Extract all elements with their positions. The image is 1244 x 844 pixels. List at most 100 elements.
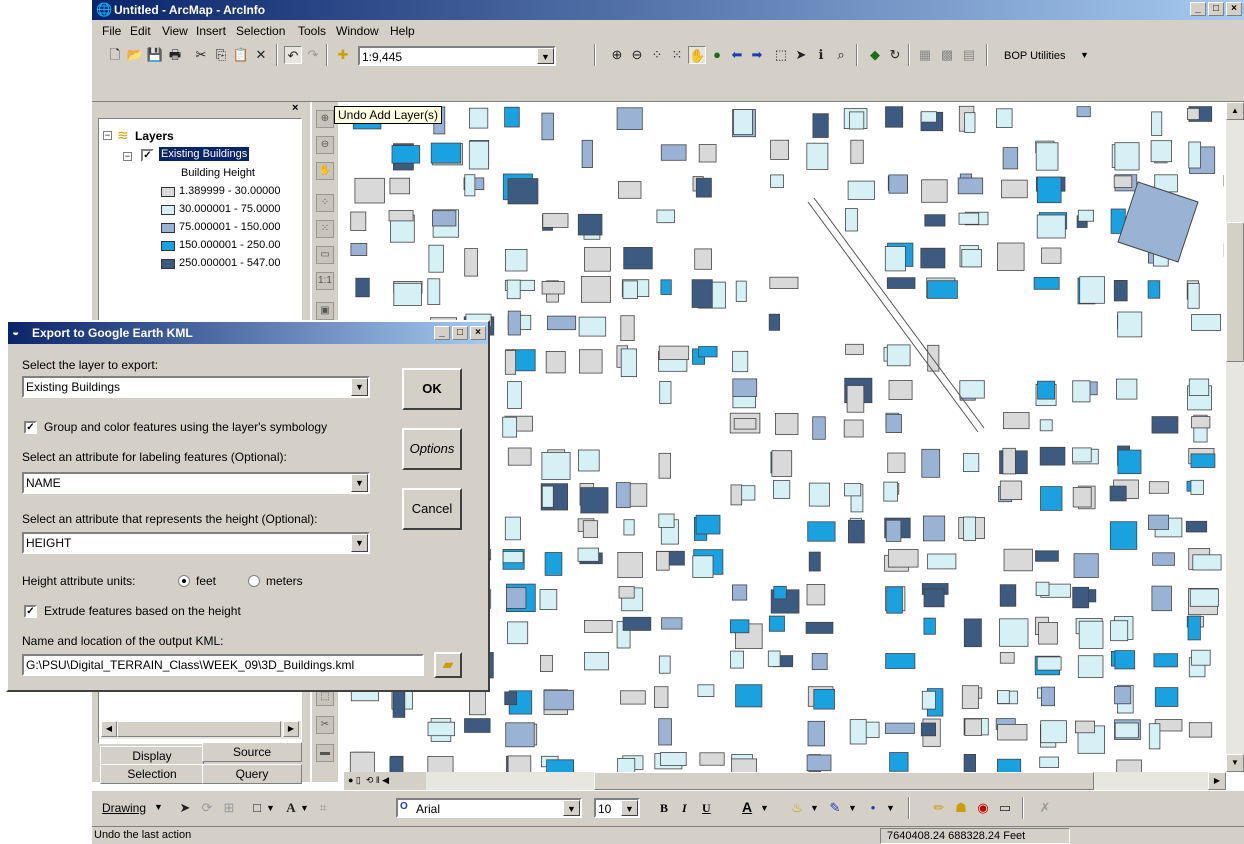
fixed-zoom-out-icon[interactable]: ⁙ [316, 220, 334, 238]
fixed-zoom-in-icon[interactable]: ⁘ [648, 46, 666, 64]
ok-button[interactable]: OK [402, 368, 462, 410]
toc-hscroll-thumb[interactable] [117, 721, 281, 737]
select-elements-icon[interactable]: ➤ [176, 799, 194, 817]
catalog-icon[interactable]: ▩ [938, 46, 956, 64]
map-vscroll[interactable]: ▲ ▼ [1226, 102, 1244, 772]
browse-folder-icon[interactable]: ▰ [434, 652, 462, 678]
delete-icon[interactable]: ✕ [252, 46, 270, 64]
zoom-100-icon[interactable]: 1:1 [316, 272, 334, 290]
group-color-checkbox[interactable]: ✓ [24, 421, 37, 434]
layer-visibility-checkbox[interactable]: ✓ [141, 149, 154, 162]
close-icon[interactable]: × [292, 102, 298, 114]
find-icon[interactable]: ⌕ [832, 46, 850, 64]
drawing-menu[interactable]: Drawing [102, 801, 146, 815]
model-icon[interactable]: ▤ [960, 46, 978, 64]
map-vscroll-thumb[interactable] [1226, 222, 1244, 362]
zoom-out-icon[interactable]: ⊖ [628, 46, 646, 64]
focus-icon[interactable]: ✂ [316, 716, 334, 734]
toc-root-label[interactable]: Layers [135, 129, 174, 143]
page-zoom-icon[interactable]: ▣ [316, 302, 334, 320]
add-data-icon[interactable]: ✚ [334, 46, 352, 64]
cut-icon[interactable]: ✂ [192, 46, 210, 64]
chevron-down-icon[interactable]: ▼ [537, 48, 554, 64]
fixed-zoom-icon[interactable]: ⁘ [316, 194, 334, 212]
zoom-in-icon[interactable]: ⊕ [608, 46, 626, 64]
label-attr-select[interactable]: NAME ▼ [22, 472, 370, 494]
chevron-down-icon[interactable]: ▼ [300, 803, 309, 813]
options-button[interactable]: Options [402, 428, 462, 470]
back-extent-icon[interactable]: ⬅ [728, 46, 746, 64]
map-scale-combo[interactable]: 1:9,445 ▼ [358, 46, 556, 66]
arctoolbox-icon[interactable]: ▦ [916, 46, 934, 64]
identify-icon[interactable]: ℹ [812, 46, 830, 64]
pan-icon[interactable]: ✋ [316, 162, 334, 180]
close-button[interactable]: × [1226, 2, 1242, 16]
collapse-icon[interactable]: − [123, 152, 132, 161]
chevron-down-icon[interactable]: ▼ [621, 800, 638, 816]
font-combo[interactable]: Arial O ▼ [396, 798, 582, 818]
undo-icon[interactable]: ↶ [284, 46, 302, 64]
italic-button[interactable]: I [682, 801, 687, 816]
chevron-down-icon[interactable]: ▼ [266, 803, 275, 813]
chevron-down-icon[interactable]: ▼ [848, 803, 857, 813]
chevron-down-icon[interactable]: ▼ [563, 800, 580, 816]
font-size-combo[interactable]: 10 ▼ [594, 798, 640, 818]
menu-tools[interactable]: Tools [298, 24, 326, 38]
view-switch-buttons[interactable]: ● ▯ ⟲ ‖ ◀ [344, 772, 426, 790]
full-extent-icon[interactable]: ● [708, 46, 726, 64]
rotate-icon[interactable]: ⟳ [198, 799, 216, 817]
save-icon[interactable]: 💾 [146, 46, 164, 64]
chevron-down-icon[interactable]: ▼ [351, 534, 368, 552]
zoom-to-selected-icon[interactable]: ⊞ [220, 799, 238, 817]
new-icon[interactable]: 🗋 [106, 46, 124, 64]
zoom-whole-page-icon[interactable]: ▭ [316, 246, 334, 264]
map-hscroll-thumb[interactable] [594, 772, 1094, 790]
forward-extent-icon[interactable]: ➡ [748, 46, 766, 64]
maximize-button[interactable]: □ [452, 326, 468, 340]
print-icon[interactable]: 🖶 [166, 46, 184, 64]
menu-file[interactable]: File [102, 24, 121, 38]
minimize-button[interactable]: _ [1190, 2, 1206, 16]
minimize-button[interactable]: _ [434, 326, 450, 340]
rectangle-icon[interactable]: □ [248, 799, 266, 817]
sketch-icon[interactable]: ☗ [952, 799, 970, 817]
tab-query[interactable]: Query [202, 764, 302, 784]
layer-select[interactable]: Existing Buildings ▼ [22, 376, 370, 398]
edit-vertices-icon[interactable]: ⌗ [314, 799, 332, 817]
cancel-button[interactable]: Cancel [402, 488, 462, 530]
menu-view[interactable]: View [162, 24, 188, 38]
chevron-down-icon[interactable]: ▼ [351, 378, 368, 396]
collapse-icon[interactable]: − [103, 131, 112, 140]
text-icon[interactable]: A [282, 799, 300, 817]
bold-button[interactable]: B [660, 801, 668, 816]
chevron-down-icon[interactable]: ▼ [1080, 50, 1089, 60]
redo-icon[interactable]: ↷ [304, 46, 322, 64]
chevron-down-icon[interactable]: ▼ [351, 474, 368, 492]
menu-selection[interactable]: Selection [236, 24, 285, 38]
underline-button[interactable]: U [702, 801, 711, 816]
copy-icon[interactable]: ⎘ [212, 46, 230, 64]
bop-utilities-menu[interactable]: BOP Utilities [1004, 50, 1066, 62]
map-hscroll[interactable]: ● ▯ ⟲ ‖ ◀ ▶ [344, 772, 1226, 790]
scroll-up-icon[interactable]: ▲ [1226, 102, 1244, 120]
output-path-input[interactable]: G:\PSU\Digital_TERRAIN_Class\WEEK_09\3D_… [22, 654, 424, 676]
menu-insert[interactable]: Insert [196, 24, 226, 38]
fixed-zoom-out-icon[interactable]: ⁙ [668, 46, 686, 64]
chevron-down-icon[interactable]: ▼ [886, 803, 895, 813]
tab-selection[interactable]: Selection [100, 764, 204, 784]
maximize-button[interactable]: □ [1208, 2, 1224, 16]
change-layout-icon[interactable]: ▬ [316, 744, 334, 762]
scroll-down-icon[interactable]: ▼ [1226, 754, 1244, 772]
units-feet-radio[interactable] [178, 575, 190, 587]
zoom-out-icon[interactable]: ⊖ [316, 136, 334, 154]
record-icon[interactable]: ◉ [974, 799, 992, 817]
extrude-checkbox[interactable]: ✓ [24, 605, 37, 618]
chevron-down-icon[interactable]: ▼ [154, 802, 163, 812]
select-features-icon[interactable]: ⬚ [772, 46, 790, 64]
line-color-icon[interactable]: ✎ [826, 799, 844, 817]
toc-hscroll[interactable]: ◀ ▶ [101, 721, 301, 739]
paste-icon[interactable]: 📋 [232, 46, 250, 64]
editor-tool-icon[interactable]: ✏ [930, 799, 948, 817]
disabled-tool-icon[interactable]: ✗ [1036, 799, 1054, 817]
fill-color-icon[interactable]: ♨ [788, 799, 806, 817]
